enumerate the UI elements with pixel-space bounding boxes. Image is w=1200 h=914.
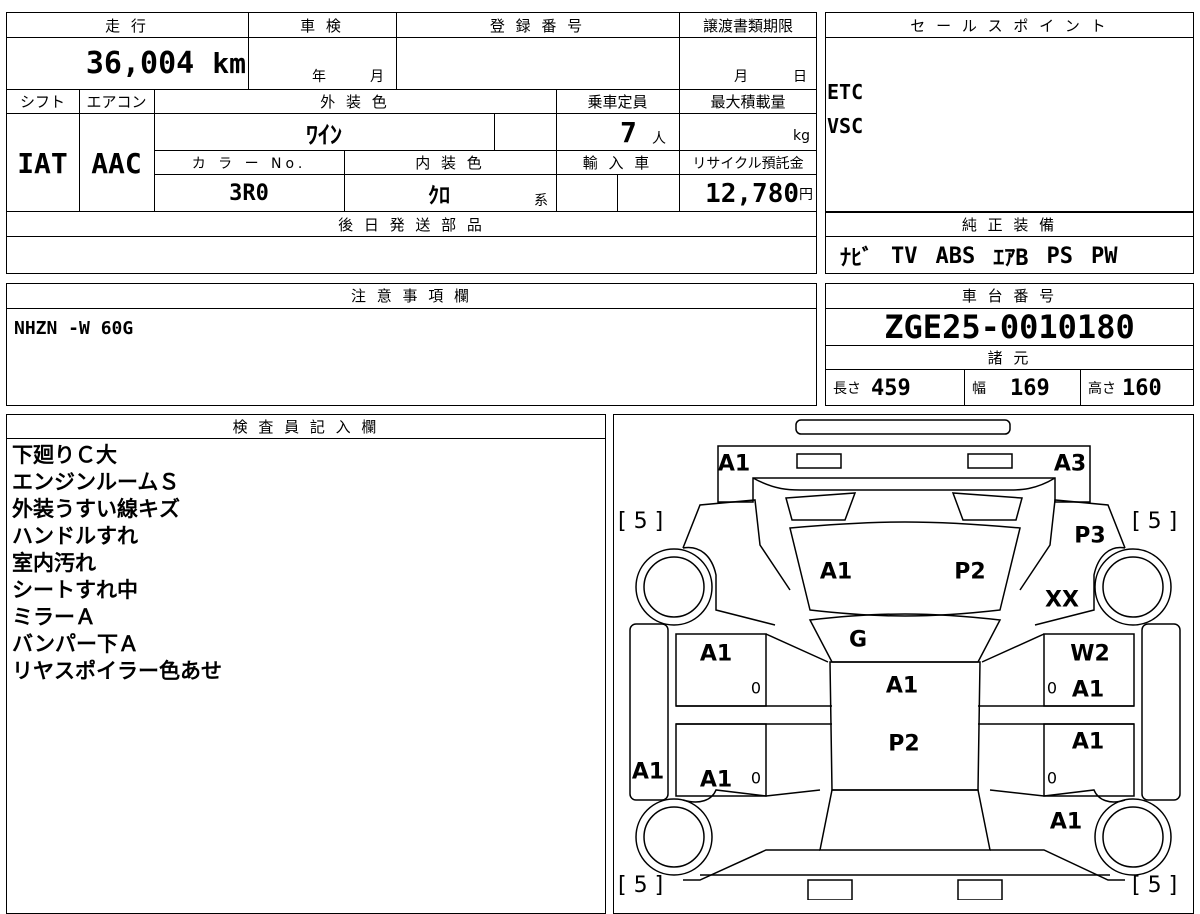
inspector-line: ミラーＡ: [12, 605, 96, 629]
damage-mark: A1: [1071, 677, 1105, 703]
ac-value: AAC: [91, 146, 142, 180]
max-load-header: 最大積載量: [710, 93, 786, 111]
inspector-line: シートすれ中: [12, 578, 138, 602]
damage-mark: P3: [1074, 523, 1106, 549]
max-load-unit: kg: [793, 128, 810, 144]
exterior-color-header: 外 装 色: [320, 93, 390, 111]
capacity-value: 7 人: [620, 115, 666, 149]
interior-color-header: 内 装 色: [415, 154, 485, 172]
color-no-header: カ ラ ー No.: [191, 155, 307, 172]
spec-width: 幅 169: [972, 375, 1050, 401]
damage-mark: A1: [699, 641, 733, 667]
bracket-top-left: [ 5 ]: [618, 509, 664, 534]
later-parts-header: 後 日 発 送 部 品: [338, 215, 485, 234]
inspector-header: 検 査 員 記 入 欄: [232, 417, 380, 436]
inspection-year: 年: [312, 69, 326, 85]
inspection-header: 車 検: [300, 16, 344, 35]
capacity-header: 乗車定員: [587, 93, 648, 111]
inspector-line: エンジンルームＳ: [12, 470, 180, 494]
spec-height: 高さ 160: [1088, 375, 1162, 401]
zero-mark: 0: [1046, 678, 1058, 698]
damage-mark: A1: [1049, 809, 1083, 835]
interior-color-value: ｸﾛ: [427, 183, 450, 209]
import-header: 輸 入 車: [582, 154, 653, 172]
mileage-header: 走 行: [105, 16, 149, 35]
transfer-day: 日: [793, 69, 807, 85]
spec-header: 諸 元: [987, 349, 1032, 367]
transfer-deadline-header: 譲渡書類期限: [702, 16, 793, 35]
bracket-top-right: [ 5 ]: [1132, 509, 1178, 534]
recycle-deposit-value: 12,780 円: [705, 178, 813, 209]
mileage-value: 36,004 km: [85, 46, 246, 81]
chassis-header: 車 台 番 号: [961, 287, 1058, 305]
zero-mark: 0: [750, 768, 762, 788]
inspector-line: 外装うすい線キズ: [12, 497, 180, 521]
inspector-notes: 下廻りＣ大 エンジンルームＳ 外装うすい線キズ ハンドルすれ 室内汚れ シートす…: [12, 442, 222, 685]
sales-point-etc: ETC: [827, 80, 864, 104]
inspector-line: ハンドルすれ: [12, 524, 138, 548]
damage-mark: A1: [1071, 729, 1105, 755]
damage-mark: P2: [954, 559, 986, 585]
damage-mark: A3: [1053, 451, 1087, 477]
damage-mark: W2: [1070, 641, 1110, 667]
chassis-number: ZGE25-0010180: [884, 308, 1135, 346]
spec-length: 長さ 459: [833, 375, 911, 401]
damage-mark: P2: [888, 731, 920, 757]
sales-points-header: セ ー ル ス ポ イ ン ト: [910, 16, 1109, 35]
genuine-equipment-header: 純 正 装 備: [961, 215, 1058, 234]
sales-point-vsc: VSC: [827, 114, 864, 138]
damage-mark: XX: [1045, 587, 1079, 613]
inspection-month: 月: [370, 69, 384, 85]
ac-header: エアコン: [86, 93, 147, 111]
notes-header: 注 意 事 項 欄: [350, 287, 473, 305]
shift-value: IAT: [17, 146, 68, 180]
damage-mark: G: [848, 627, 868, 653]
damage-mark: A1: [819, 559, 853, 585]
shift-header: シフト: [19, 93, 65, 111]
notes-text: NHZN -W 60G: [14, 317, 134, 339]
zero-mark: 0: [750, 678, 762, 698]
recycle-deposit-header: リサイクル預託金: [692, 155, 804, 172]
genuine-equipment-list: ﾅﾋﾞ TV ABS ｴｱB PS PW: [840, 243, 1118, 272]
interior-color-unit: 系: [534, 193, 548, 209]
exterior-color-value: ﾜｲﾝ: [306, 120, 342, 149]
registration-header: 登 録 番 号: [489, 16, 586, 35]
inspector-line: 室内汚れ: [12, 551, 96, 575]
zero-mark: 0: [1046, 768, 1058, 788]
transfer-month: 月: [734, 69, 748, 85]
inspector-line: バンパー下Ａ: [12, 632, 140, 656]
inspector-line: 下廻りＣ大: [12, 443, 117, 467]
color-no-value: 3R0: [229, 181, 269, 206]
bracket-bottom-right: [ 5 ]: [1132, 873, 1178, 898]
sales-points-box: [825, 12, 1194, 212]
damage-mark: A1: [885, 673, 919, 699]
inspector-line: リヤスポイラー色あせ: [12, 659, 222, 683]
damage-mark: A1: [699, 767, 733, 793]
damage-mark: A1: [717, 451, 751, 477]
bracket-bottom-left: [ 5 ]: [618, 873, 664, 898]
damage-mark: A1: [631, 759, 665, 785]
